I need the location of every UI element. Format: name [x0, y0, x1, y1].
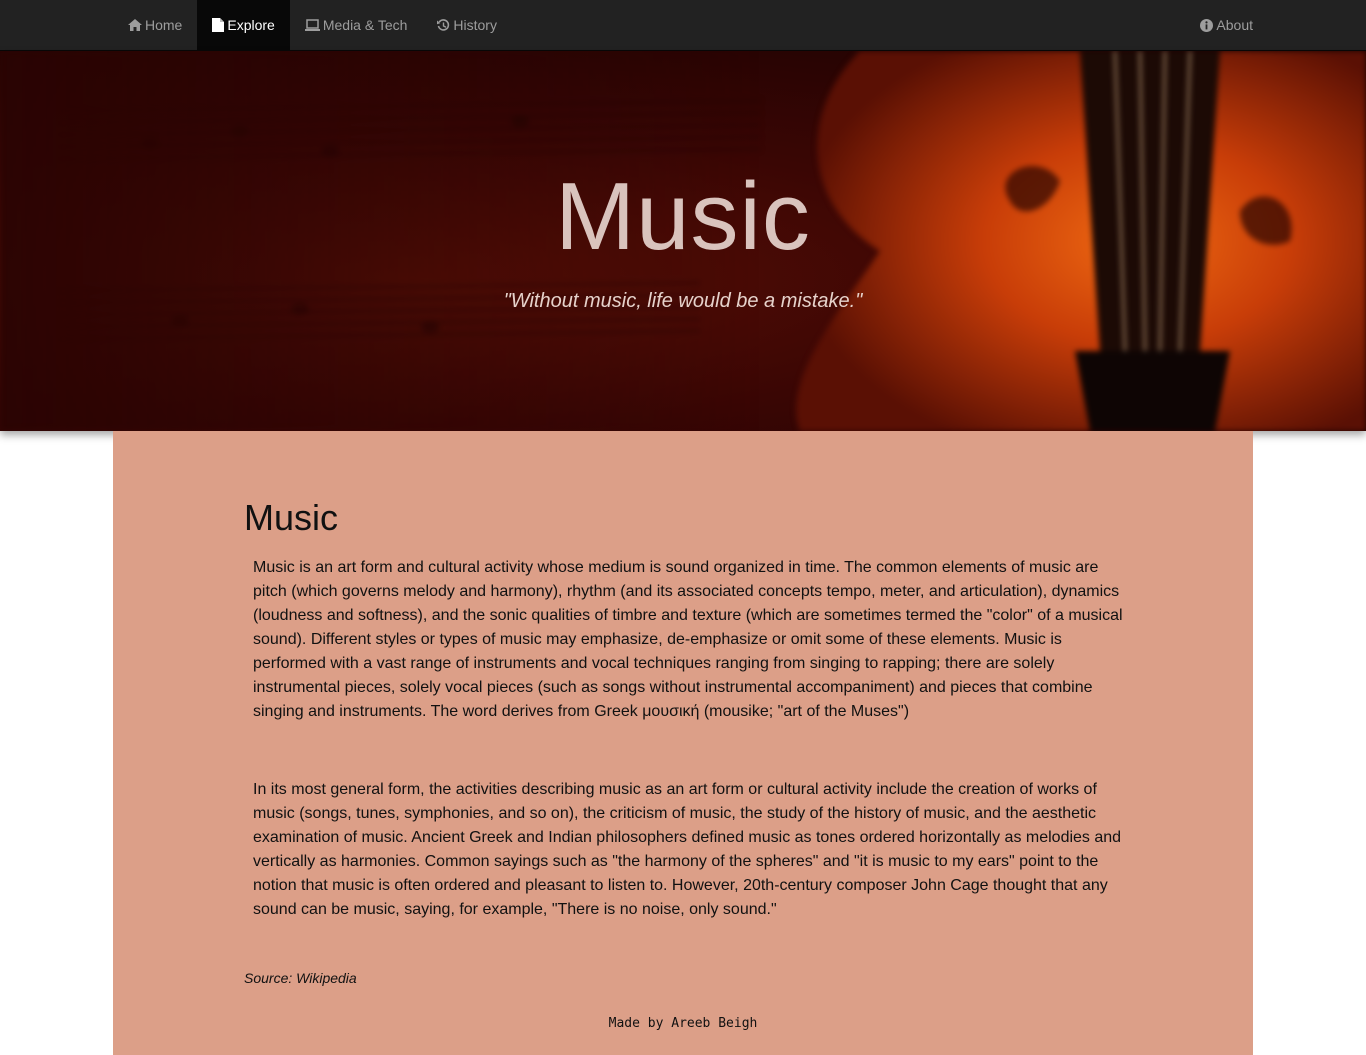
article-paragraph-1: Music is an art form and cultural activi…	[253, 559, 1123, 720]
nav-home-label: Home	[145, 17, 183, 33]
hero-banner: Music "Without music, life would be a mi…	[0, 51, 1366, 431]
source-link[interactable]: Wikipedia	[296, 970, 357, 986]
source-line: Source: Wikipedia	[244, 970, 357, 986]
info-icon	[1200, 18, 1214, 32]
hero-quote: "Without music, life would be a mistake.…	[503, 290, 863, 312]
nav-home[interactable]: Home	[113, 0, 197, 50]
nav-right: About	[1185, 0, 1253, 50]
history-icon	[437, 18, 450, 32]
article-heading: Music	[244, 497, 339, 538]
nav-about-label: About	[1216, 17, 1253, 33]
nav-media-tech[interactable]: Media & Tech	[290, 0, 423, 50]
file-icon	[212, 18, 225, 32]
navbar: Home Explore Media & Tech History About	[0, 0, 1366, 51]
nav-history-label: History	[453, 17, 497, 33]
article-container: Music Music is an art form and cultural …	[113, 431, 1253, 1055]
nav-history[interactable]: History	[422, 0, 512, 50]
nav-explore[interactable]: Explore	[197, 0, 290, 50]
nav-media-tech-label: Media & Tech	[322, 17, 408, 33]
nav-left: Home Explore Media & Tech History	[113, 0, 512, 50]
article-paragraph-2: In its most general form, the activities…	[253, 781, 1122, 918]
footer-credit: Made by Areeb Beigh	[608, 1016, 758, 1031]
hero-title: Music	[555, 163, 811, 270]
nav-about[interactable]: About	[1185, 0, 1253, 50]
laptop-icon	[304, 19, 320, 31]
nav-explore-label: Explore	[227, 17, 275, 33]
home-icon	[128, 19, 142, 31]
source-label: Source:	[244, 970, 297, 986]
